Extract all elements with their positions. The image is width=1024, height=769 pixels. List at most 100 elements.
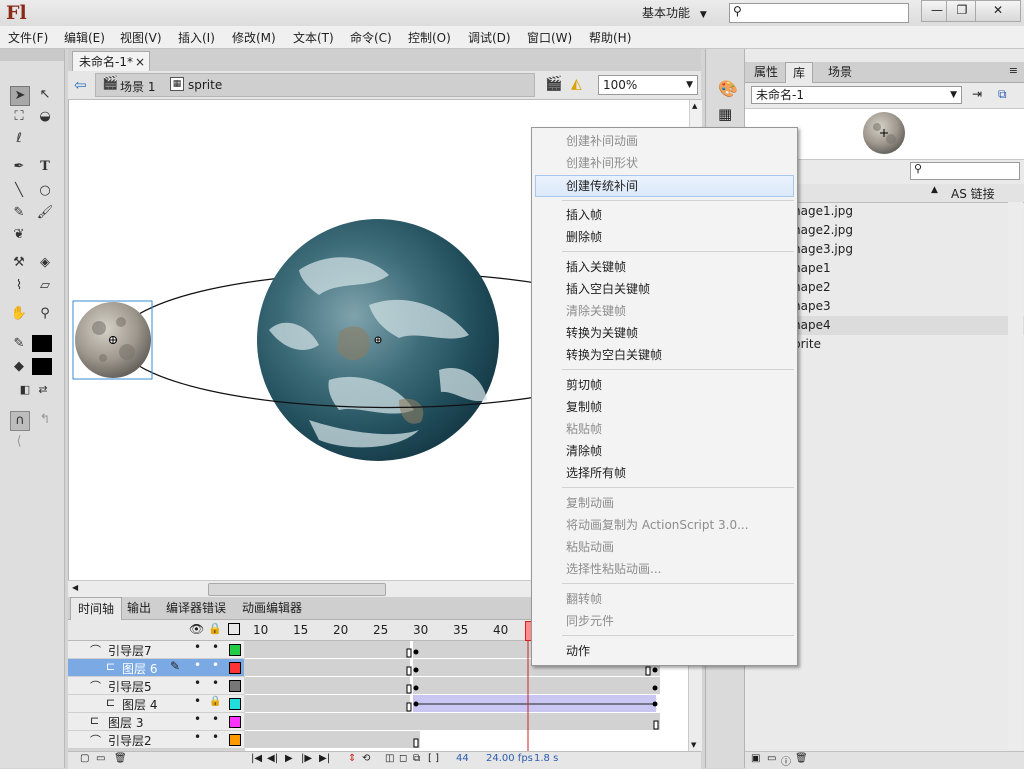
delete-layer-icon[interactable]: 🗑 (114, 753, 127, 764)
layer-color-swatch[interactable] (229, 644, 241, 656)
pin-icon[interactable]: ⇥ (972, 87, 982, 101)
edit-symbols-icon[interactable]: ◭ (571, 76, 582, 92)
layer-row[interactable]: ⌒ 引导层7 • • (68, 640, 244, 659)
scroll-up-icon[interactable]: ▲ (692, 102, 697, 110)
lock-dot[interactable]: • (212, 640, 219, 654)
close-button[interactable]: ✕ (975, 0, 1021, 22)
modify-markers-icon[interactable]: [ ] (428, 753, 439, 764)
stroke-color-icon[interactable]: ✎ (10, 335, 28, 353)
outline-icon[interactable] (228, 623, 240, 635)
pencil-tool-icon[interactable]: ✎ (10, 204, 28, 222)
snap-to-objects-icon[interactable]: ∩ (10, 411, 30, 431)
smooth-icon[interactable]: ↰ (36, 411, 54, 429)
paint-bucket-tool-icon[interactable]: ◈ (36, 254, 54, 272)
layer-row[interactable]: ⌒ 引导层2 • • (68, 730, 244, 749)
onion-skin-outline-icon[interactable]: ◻ (399, 753, 407, 764)
onion-skin-icon[interactable]: ◫ (385, 753, 394, 764)
visibility-dot[interactable]: • (194, 694, 201, 708)
layer-row[interactable]: ⊏ 图层 4 • 🔒 (68, 694, 244, 713)
scroll-thumb[interactable] (208, 583, 386, 596)
menu-item-insert-frame[interactable]: 插入帧 (532, 204, 797, 226)
hand-tool-icon[interactable]: ✋ (10, 305, 28, 323)
center-frame-icon[interactable]: ⇕ (348, 753, 356, 764)
lock-icon[interactable]: 🔒 (208, 622, 222, 635)
visibility-dot[interactable]: • (194, 712, 201, 726)
breadcrumb-scene[interactable]: 场景 1 (120, 78, 155, 95)
menu-item-paste-motion-special[interactable]: 选择性粘贴动画... (532, 558, 797, 580)
menu-item-paste-frames[interactable]: 粘贴帧 (532, 418, 797, 440)
straighten-icon[interactable]: ⟨ (10, 433, 28, 451)
zoom-tool-icon[interactable]: ⚲ (36, 305, 54, 323)
menu-item-convert-to-blank-keyframes[interactable]: 转换为空白关键帧 (532, 344, 797, 366)
go-to-last-frame-icon[interactable]: ▶| (319, 753, 330, 764)
play-icon[interactable]: ▶ (285, 753, 293, 764)
library-document-select[interactable]: 未命名-1 ▼ (751, 86, 962, 104)
tab-timeline[interactable]: 时间轴 (70, 597, 123, 620)
text-tool-icon[interactable]: T (36, 158, 54, 176)
lock-dot[interactable]: • (212, 712, 219, 726)
document-tab[interactable]: 未命名-1* × (72, 51, 150, 71)
stroke-color-swatch[interactable] (32, 335, 52, 352)
lock-dot[interactable]: • (212, 730, 219, 744)
menu-item-create-motion-tween[interactable]: 创建补间动画 (532, 130, 797, 152)
visibility-dot[interactable]: • (194, 658, 201, 672)
go-to-first-frame-icon[interactable]: |◀ (251, 753, 262, 764)
menu-commands[interactable]: 命令(C) (350, 29, 392, 46)
frame-rate[interactable]: 24.00 fps (486, 753, 533, 764)
tab-output[interactable]: 输出 (120, 597, 158, 619)
menu-text[interactable]: 文本(T) (293, 29, 334, 46)
edit-multiple-frames-icon[interactable]: ⧉ (413, 753, 420, 764)
menu-item-copy-frames[interactable]: 复制帧 (532, 396, 797, 418)
menu-view[interactable]: 视图(V) (120, 29, 162, 46)
zoom-select[interactable]: 100% ▼ (598, 75, 698, 95)
color-panel-icon[interactable]: 🎨 (718, 79, 738, 98)
library-scrollbar[interactable] (1008, 202, 1023, 750)
visibility-dot[interactable]: • (194, 640, 201, 654)
swap-colors-icon[interactable]: ⇄ (34, 381, 52, 399)
menu-window[interactable]: 窗口(W) (527, 29, 572, 46)
visibility-dot[interactable]: • (194, 730, 201, 744)
breadcrumb-symbol[interactable]: sprite (188, 78, 222, 92)
scroll-left-icon[interactable]: ◀ (72, 583, 78, 592)
menu-item-copy-motion[interactable]: 复制动画 (532, 492, 797, 514)
back-arrow-icon[interactable]: ⇦ (74, 76, 87, 94)
library-search-input[interactable]: ⚲ (910, 162, 1020, 180)
menu-item-actions[interactable]: 动作 (532, 640, 797, 662)
menu-insert[interactable]: 插入(I) (178, 29, 215, 46)
oval-tool-icon[interactable]: ○ (36, 182, 54, 200)
layer-color-swatch[interactable] (229, 716, 241, 728)
eye-icon[interactable]: 👁 (189, 622, 204, 636)
lasso-tool-icon[interactable]: ℓ (10, 130, 28, 148)
menu-item-paste-motion[interactable]: 粘贴动画 (532, 536, 797, 558)
tab-motion-editor[interactable]: 动画编辑器 (235, 597, 309, 619)
menu-item-select-all-frames[interactable]: 选择所有帧 (532, 462, 797, 484)
sort-arrow-icon[interactable]: ▲ (931, 185, 938, 195)
properties-icon[interactable]: ⓘ (781, 753, 791, 768)
layer-row[interactable]: ⊏ 图层 3 • • (68, 712, 244, 731)
panel-menu-icon[interactable]: ≡ (1009, 64, 1018, 77)
visibility-dot[interactable]: • (194, 676, 201, 690)
black-white-icon[interactable]: ◧ (16, 381, 34, 399)
loop-icon[interactable]: ⟲ (362, 753, 370, 764)
layer-row-selected[interactable]: ⊏ 图层 6 ✎ • • (68, 658, 244, 677)
bone-tool-icon[interactable]: ⚒ (10, 254, 28, 272)
menu-debug[interactable]: 调试(D) (468, 29, 511, 46)
new-folder-icon[interactable]: ▭ (767, 753, 776, 764)
menu-item-copy-motion-as-as3[interactable]: 将动画复制为 ActionScript 3.0... (532, 514, 797, 536)
close-tab-icon[interactable]: × (135, 52, 145, 72)
line-tool-icon[interactable]: ╲ (10, 182, 28, 200)
step-forward-icon[interactable]: |▶ (301, 753, 312, 764)
layer-color-swatch[interactable] (229, 734, 241, 746)
tab-scene[interactable]: 场景 (821, 62, 859, 82)
new-folder-icon[interactable]: ▭ (96, 753, 105, 764)
deco-tool-icon[interactable]: ❦ (10, 226, 28, 244)
current-frame[interactable]: 44 (456, 753, 469, 764)
tab-properties[interactable]: 属性 (747, 62, 785, 82)
scroll-down-icon[interactable]: ▼ (691, 741, 696, 749)
menu-item-convert-to-keyframes[interactable]: 转换为关键帧 (532, 322, 797, 344)
layer-color-swatch[interactable] (229, 698, 241, 710)
free-transform-tool-icon[interactable]: ⛶ (10, 108, 28, 126)
edit-scene-icon[interactable]: 🎬 (545, 76, 562, 92)
tab-compiler-errors[interactable]: 编译器错误 (159, 597, 233, 619)
lock-dot[interactable]: • (212, 676, 219, 690)
